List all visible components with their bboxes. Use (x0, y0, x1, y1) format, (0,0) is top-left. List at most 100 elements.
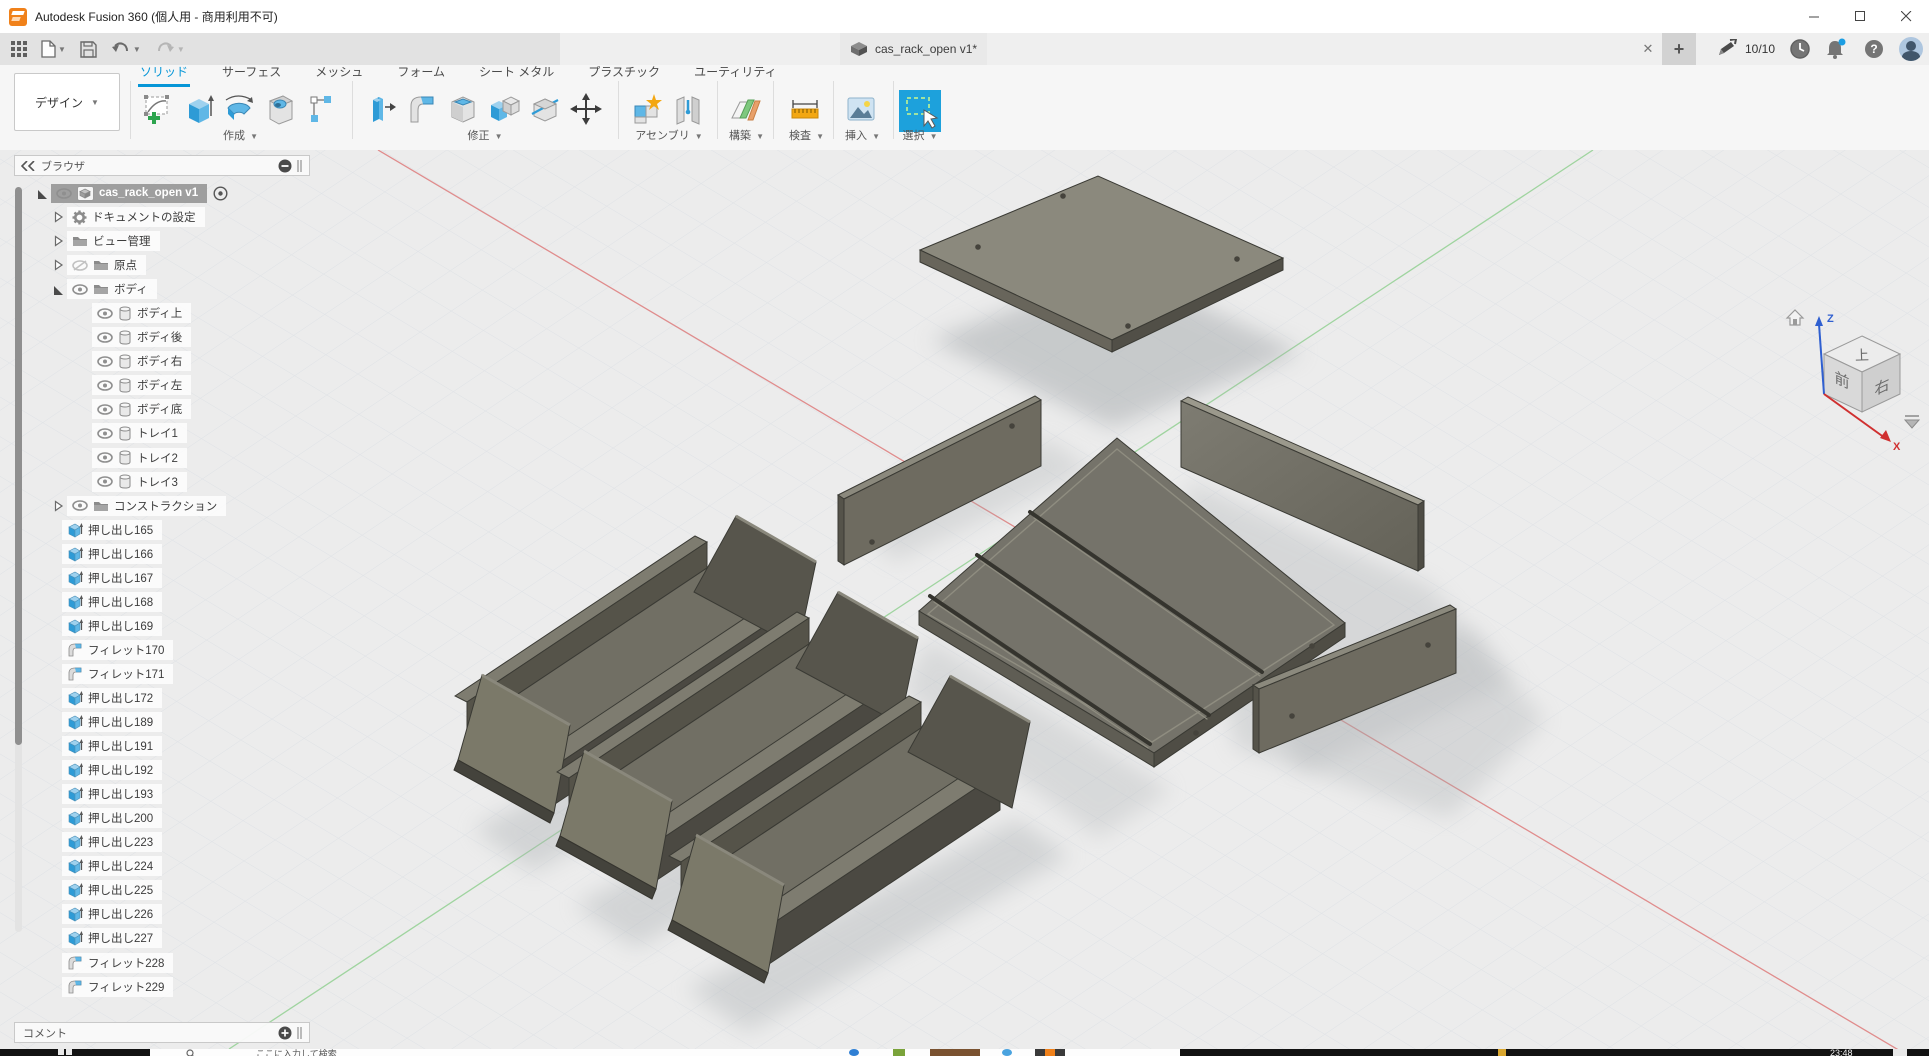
taskbar-app-icon[interactable] (930, 1049, 980, 1056)
tree-row[interactable]: ボディ右 (14, 349, 310, 373)
job-status-icon[interactable] (1717, 39, 1739, 59)
tree-row[interactable]: ビュー管理 (14, 229, 310, 253)
close-button[interactable] (1883, 0, 1929, 32)
notifications-bell-icon[interactable] (1825, 38, 1849, 60)
ribbon-tab-メッシュ[interactable]: メッシュ (313, 63, 365, 87)
view-cube[interactable]: 上 前 右 Z X (1779, 300, 1929, 450)
tree-row[interactable]: フィレット171 (14, 662, 310, 686)
ribbon-group-label-修正[interactable]: 修正 ▼ (362, 127, 608, 143)
tree-item-chip[interactable]: ボディ右 (92, 351, 191, 371)
workspace-selector[interactable]: デザイン ▼ (14, 73, 120, 131)
tree-row[interactable]: 押し出し191 (14, 734, 310, 758)
tree-row[interactable]: フィレット228 (14, 951, 310, 975)
tree-item-chip[interactable]: ボディ上 (92, 303, 191, 323)
fillet-tool-icon[interactable] (403, 90, 441, 128)
ribbon-group-label-検査[interactable]: 検査 ▼ (786, 127, 827, 143)
tree-row[interactable]: 押し出し168 (14, 590, 310, 614)
ribbon-group-label-選択[interactable]: 選択 ▼ (899, 127, 941, 143)
taskbar-app-icon[interactable] (1002, 1049, 1012, 1056)
tree-row[interactable]: トレイ2 (14, 446, 310, 470)
ribbon-group-label-作成[interactable]: 作成 ▼ (138, 127, 343, 143)
panel-resize-handle[interactable] (297, 159, 303, 173)
select-tool-icon[interactable] (899, 90, 941, 132)
split-body-tool-icon[interactable] (526, 90, 564, 128)
tree-row[interactable]: 押し出し166 (14, 542, 310, 566)
eye-hidden-icon[interactable] (72, 260, 88, 271)
taskbar-app-icon[interactable] (849, 1049, 859, 1056)
tree-item-chip[interactable]: 押し出し167 (62, 568, 162, 588)
taskbar-app-icon[interactable] (893, 1049, 905, 1056)
taskbar-app-icon[interactable] (1035, 1049, 1065, 1056)
view-cube-top-label[interactable]: 上 (1855, 347, 1870, 363)
eye-visible-icon[interactable] (72, 500, 88, 511)
ribbon-tab-シート メタル[interactable]: シート メタル (477, 63, 556, 87)
tree-row[interactable]: ドキュメントの設定 (14, 205, 310, 229)
remove-panel-icon[interactable] (278, 159, 292, 173)
collapse-arrow-icon[interactable] (54, 500, 64, 512)
press-pull-tool-icon[interactable] (362, 90, 400, 128)
eye-visible-icon[interactable] (97, 308, 113, 319)
document-tab[interactable]: cas_rack_open v1* (840, 33, 987, 65)
minimize-button[interactable] (1791, 0, 1837, 32)
user-avatar[interactable] (1899, 37, 1923, 61)
tree-item-chip[interactable]: フィレット170 (62, 640, 173, 660)
eye-visible-icon[interactable] (97, 428, 113, 439)
tree-row[interactable]: 押し出し192 (14, 758, 310, 782)
tree-item-chip[interactable]: 押し出し165 (62, 520, 162, 540)
shell-tool-icon[interactable] (444, 90, 482, 128)
tree-row[interactable]: 押し出し167 (14, 566, 310, 590)
tree-row[interactable]: ボディ底 (14, 397, 310, 421)
tree-row[interactable]: フィレット170 (14, 638, 310, 662)
tree-item-chip[interactable]: 押し出し189 (62, 712, 162, 732)
sketch-dimension-tool-icon[interactable] (302, 90, 340, 128)
ribbon-group-label-構築[interactable]: 構築 ▼ (726, 127, 767, 143)
joint-tool-icon[interactable] (669, 90, 707, 128)
redo-icon[interactable]: ▼ (150, 36, 190, 62)
collapse-panel-icon[interactable] (21, 161, 35, 171)
tree-row[interactable]: 押し出し226 (14, 902, 310, 926)
tree-row[interactable]: 押し出し200 (14, 806, 310, 830)
tree-item-chip[interactable]: 押し出し224 (62, 856, 162, 876)
tree-item-chip[interactable]: 押し出し172 (62, 688, 162, 708)
tree-item-chip[interactable]: ビュー管理 (67, 231, 160, 251)
tree-item-chip[interactable]: 押し出し192 (62, 760, 162, 780)
tree-row[interactable]: 原点 (14, 253, 310, 277)
tree-item-chip[interactable]: ドキュメントの設定 (67, 207, 205, 227)
activate-component-icon[interactable] (213, 186, 228, 201)
eye-visible-icon[interactable] (97, 476, 113, 487)
tree-row[interactable]: トレイ1 (14, 421, 310, 445)
revolve-tool-icon[interactable] (220, 90, 258, 128)
tree-item-chip[interactable]: 原点 (67, 255, 146, 275)
home-icon[interactable] (1787, 310, 1803, 325)
app-grid-icon[interactable] (6, 36, 32, 62)
view-cube-menu-icon[interactable] (1905, 416, 1919, 428)
ribbon-tab-サーフェス[interactable]: サーフェス (220, 63, 283, 87)
tree-item-chip[interactable]: フィレット228 (62, 953, 173, 973)
save-icon[interactable] (75, 36, 102, 62)
tree-item-chip[interactable]: ボディ (67, 279, 157, 299)
tree-row[interactable]: フィレット229 (14, 975, 310, 999)
tree-item-chip[interactable]: 押し出し227 (62, 928, 162, 948)
move-tool-icon[interactable] (567, 90, 605, 128)
taskbar-tray-icon[interactable] (1498, 1049, 1506, 1056)
tree-row[interactable]: 押し出し227 (14, 926, 310, 950)
collapse-arrow-icon[interactable] (54, 211, 64, 223)
browser-header[interactable]: ブラウザ (14, 155, 310, 176)
new-tab-button[interactable]: + (1662, 33, 1696, 65)
collapse-arrow-icon[interactable] (54, 259, 64, 271)
tree-item-chip[interactable]: ボディ左 (92, 375, 191, 395)
combine-tool-icon[interactable] (485, 90, 523, 128)
tree-item-chip[interactable]: 押し出し166 (62, 544, 162, 564)
close-tab-button[interactable]: ✕ (1638, 39, 1658, 59)
tree-row[interactable]: 押し出し172 (14, 686, 310, 710)
tree-item-chip[interactable]: 押し出し226 (62, 904, 162, 924)
create-sketch-tool-icon[interactable] (138, 90, 176, 128)
ribbon-group-label-挿入[interactable]: 挿入 ▼ (842, 127, 883, 143)
extrude-tool-icon[interactable] (179, 90, 217, 128)
construction-plane-tool-icon[interactable] (726, 90, 764, 128)
tree-item-chip[interactable]: トレイ1 (92, 423, 187, 443)
tree-item-chip[interactable]: 押し出し225 (62, 880, 162, 900)
clock-icon[interactable] (1789, 38, 1811, 60)
new-component-tool-icon[interactable] (628, 90, 666, 128)
eye-visible-icon[interactable] (56, 188, 72, 199)
